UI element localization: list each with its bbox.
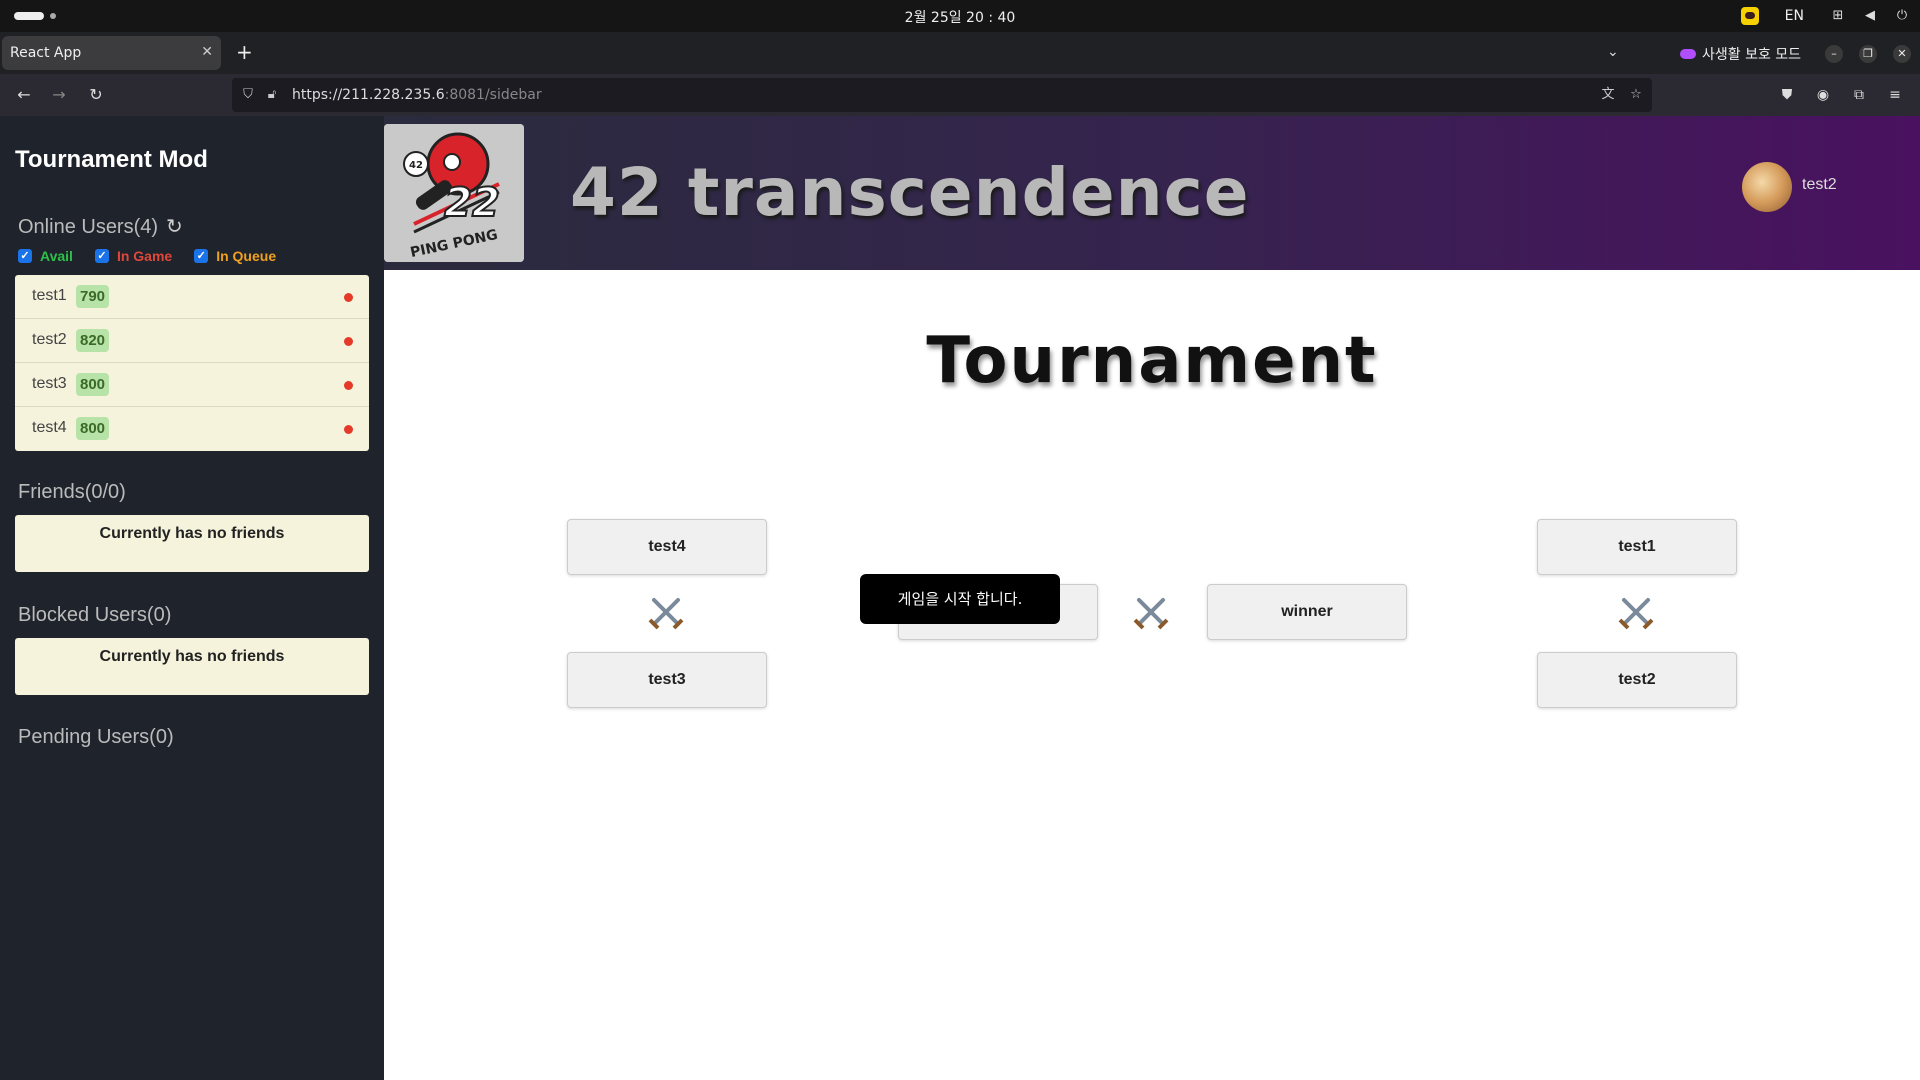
bracket-player-right-bottom[interactable]: test2 [1537, 652, 1737, 708]
private-mode-label: 사생활 보호 모드 [1702, 47, 1802, 63]
online-users-label: Online Users(4) [18, 216, 159, 238]
user-score-badge: 820 [76, 329, 110, 352]
crossed-swords-icon [1618, 598, 1654, 630]
kakaotalk-tray-icon[interactable] [1740, 7, 1759, 25]
reload-icon[interactable]: ↻ [86, 85, 106, 105]
url-bar[interactable]: ⛉ 🔓︎ https://211.228.235.6:8081/sidebar … [232, 78, 1652, 112]
shield-icon[interactable]: ⛉ [240, 87, 256, 103]
header-username[interactable]: test2 [1802, 176, 1837, 194]
logo-ball-text: 42 [409, 160, 423, 171]
header-banner: 42 22 PING PONG 42 transcendence test2 [384, 116, 1920, 270]
status-dot-icon [344, 381, 353, 390]
bracket-player-right-top[interactable]: test1 [1537, 519, 1737, 575]
crossed-swords-icon [648, 598, 684, 630]
private-mask-icon [1680, 49, 1696, 59]
sidebar-title: Tournament Mod [15, 146, 208, 173]
tab-react-app[interactable]: React App ✕ [2, 36, 221, 70]
bracket-player-left-top[interactable]: test4 [567, 519, 767, 575]
status-dot-icon [344, 293, 353, 302]
blocked-users-heading: Blocked Users(0) [18, 604, 172, 626]
blocked-empty-box: Currently has no friends [15, 638, 369, 695]
ping-pong-logo[interactable]: 42 22 PING PONG [384, 124, 524, 262]
browser-tab-bar: React App ✕ + ⌄ 사생활 보호 모드 – ❐ ✕ [0, 32, 1920, 74]
bracket-player-left-bottom[interactable]: test3 [567, 652, 767, 708]
url-path: :8081/sidebar [444, 87, 542, 103]
user-row[interactable]: test4 800 [15, 407, 369, 451]
game-start-toast: 게임을 시작 합니다. [860, 574, 1060, 624]
pocket-icon[interactable]: ⛊ [1778, 86, 1796, 104]
filter-in-game[interactable]: ✓ In Game [94, 248, 173, 264]
status-dot-icon [344, 425, 353, 434]
status-dot-icon [344, 337, 353, 346]
user-avatar[interactable] [1742, 162, 1792, 212]
private-mode-indicator: 사생활 보호 모드 [1680, 44, 1801, 64]
user-name: test3 [32, 375, 67, 392]
lock-icon[interactable]: 🔓︎ [264, 87, 280, 103]
close-window-button[interactable]: ✕ [1893, 45, 1911, 63]
translate-icon[interactable]: 文 [1600, 87, 1616, 103]
user-name: test1 [32, 287, 67, 304]
minimize-button[interactable]: – [1825, 45, 1843, 63]
status-filters: ✓ Avail ✓ In Game ✓ In Queue [18, 248, 276, 264]
bookmark-star-icon[interactable]: ☆ [1628, 87, 1644, 103]
forward-icon[interactable]: → [49, 85, 69, 105]
friends-heading: Friends(0/0) [18, 481, 126, 503]
online-users-heading: Online Users(4) ↻ [18, 214, 183, 239]
url-host: https://211.228.235.6 [292, 87, 445, 103]
os-tray: EN ⊞ ◀ ⏻ [1740, 0, 1910, 32]
user-row[interactable]: test2 820 [15, 319, 369, 363]
os-clock[interactable]: 2월 25일 20 : 40 [0, 7, 1920, 27]
filter-in-queue-label: In Queue [216, 248, 277, 264]
back-icon[interactable]: ← [14, 85, 34, 105]
refresh-icon[interactable]: ↻ [166, 214, 183, 239]
pending-users-heading: Pending Users(0) [18, 726, 174, 748]
restore-button[interactable]: ❐ [1859, 45, 1877, 63]
tournament-main: Tournament test4 test3 winner test1 test… [384, 270, 1920, 1080]
checkbox-in-queue[interactable]: ✓ [194, 249, 209, 263]
url-text[interactable]: https://211.228.235.6:8081/sidebar [292, 87, 542, 103]
os-top-bar: 2월 25일 20 : 40 EN ⊞ ◀ ⏻ [0, 0, 1920, 32]
tab-close-icon[interactable]: ✕ [201, 44, 213, 60]
input-language[interactable]: EN [1785, 8, 1804, 24]
user-row[interactable]: test3 800 [15, 363, 369, 407]
app-title: 42 transcendence [570, 154, 1250, 231]
network-icon[interactable]: ⊞ [1830, 8, 1846, 24]
tab-list-chevron-icon[interactable]: ⌄ [1607, 44, 1619, 60]
volume-icon[interactable]: ◀ [1862, 8, 1878, 24]
account-icon[interactable]: ◉ [1814, 86, 1832, 104]
logo-number: 22 [444, 180, 500, 226]
online-user-list: test1 790 test2 820 test3 800 test4 800 [15, 275, 369, 451]
browser-nav-bar: ← → ↻ ⛉ 🔓︎ https://211.228.235.6:8081/si… [0, 74, 1920, 116]
checkbox-in-game[interactable]: ✓ [94, 249, 109, 263]
page-title: Tournament [926, 324, 1378, 398]
user-name: test2 [32, 331, 67, 348]
filter-in-queue[interactable]: ✓ In Queue [194, 248, 276, 264]
power-icon[interactable]: ⏻ [1894, 8, 1910, 24]
user-score-badge: 800 [76, 373, 110, 396]
bracket-semifinal-right[interactable]: winner [1207, 584, 1407, 640]
new-tab-button[interactable]: + [236, 42, 253, 62]
filter-avail-label: Avail [40, 248, 73, 264]
friends-empty-box: Currently has no friends [15, 515, 369, 572]
ping-pong-logo-graphic: 42 22 PING PONG [384, 124, 524, 262]
user-score-badge: 790 [76, 285, 110, 308]
menu-icon[interactable]: ≡ [1886, 86, 1904, 104]
sidebar: Tournament Mod Online Users(4) ↻ ✓ Avail … [0, 116, 384, 1080]
user-name: test4 [32, 419, 67, 436]
crossed-swords-icon [1133, 598, 1169, 630]
tab-title: React App [10, 45, 82, 61]
user-row[interactable]: test1 790 [15, 275, 369, 319]
extensions-icon[interactable]: ⧉ [1850, 86, 1868, 104]
filter-in-game-label: In Game [116, 248, 173, 264]
user-score-badge: 800 [76, 417, 110, 440]
checkbox-avail[interactable]: ✓ [18, 249, 32, 263]
filter-avail[interactable]: ✓ Avail [18, 248, 73, 264]
